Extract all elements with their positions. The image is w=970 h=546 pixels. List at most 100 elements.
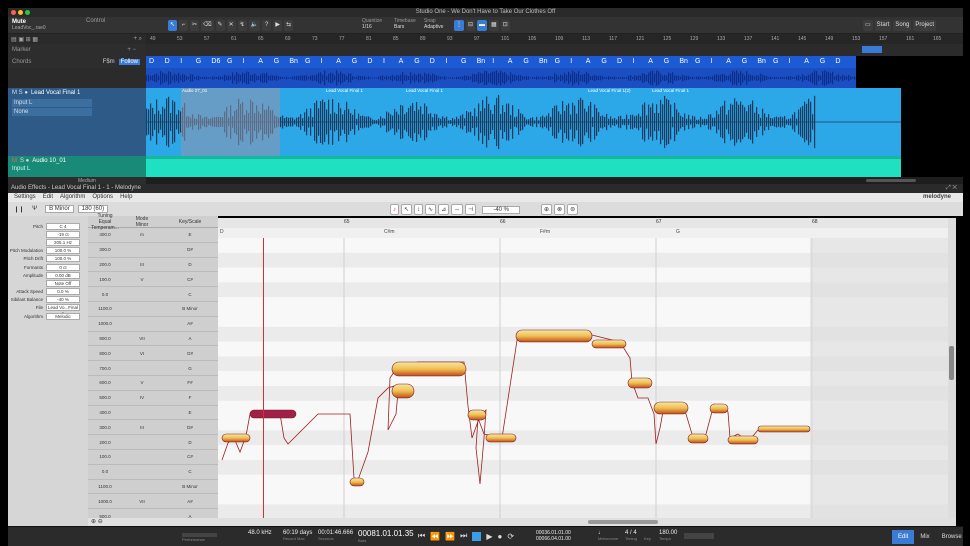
chord-symbol[interactable]: Bn bbox=[757, 56, 766, 68]
chord-symbol[interactable]: D bbox=[165, 56, 170, 68]
snap-value[interactable]: Adaptive bbox=[424, 24, 443, 30]
chord-symbol[interactable]: D bbox=[149, 56, 154, 68]
snap-grid-button[interactable]: ⋮ bbox=[454, 20, 464, 31]
chord-symbol[interactable]: G bbox=[664, 56, 669, 68]
tuning-value[interactable]: 1000.0 bbox=[88, 321, 122, 326]
arrow-tool-button[interactable]: ↖ bbox=[168, 20, 178, 31]
chord-symbol[interactable]: I bbox=[180, 56, 182, 68]
chord-symbol[interactable]: G bbox=[227, 56, 232, 68]
bars-display[interactable]: 00081.01.01.35 Bars bbox=[358, 529, 414, 543]
inspector-value[interactable]: 0.00 dB bbox=[46, 271, 80, 279]
note-blob[interactable] bbox=[757, 425, 811, 433]
eraser-tool-button[interactable]: ⌫ bbox=[201, 20, 214, 31]
note-separation-tool-icon[interactable]: ⊣ bbox=[465, 204, 477, 215]
inspector-value[interactable]: 100.0 % bbox=[46, 255, 80, 263]
bend-tool-button[interactable]: ↯ bbox=[237, 20, 247, 31]
vocal-input-select[interactable]: Input L bbox=[12, 99, 92, 107]
mode-degree[interactable]: VII bbox=[122, 499, 162, 504]
menu-settings[interactable]: Settings bbox=[14, 193, 36, 202]
note-blob[interactable] bbox=[349, 477, 365, 487]
fast-forward-icon[interactable]: ⏩ bbox=[445, 532, 455, 541]
chord-symbol[interactable]: A bbox=[726, 56, 731, 68]
note-blob[interactable] bbox=[391, 383, 415, 399]
chord-symbol[interactable]: A bbox=[586, 56, 591, 68]
mode-degree[interactable]: VI bbox=[122, 351, 162, 356]
inspector-value[interactable]: Melodic bbox=[46, 312, 80, 320]
tuning-value[interactable]: 800.0 bbox=[88, 351, 122, 356]
paint-tool-button[interactable]: ✎ bbox=[215, 20, 225, 31]
chord-lane[interactable]: D D I G D6 G I A G Bn G I A G D I A G D I G Bn I A G Bn G I A G D I A G Bn… bbox=[146, 56, 856, 68]
note-blob[interactable] bbox=[391, 361, 467, 377]
snap-cursor-button[interactable]: ▬ bbox=[477, 20, 488, 31]
level-icon[interactable]: ⊜ bbox=[567, 204, 579, 215]
tuning-value[interactable]: 400.0 bbox=[88, 410, 122, 415]
formant-tool-icon[interactable]: ∿ bbox=[425, 204, 437, 215]
tuning-value[interactable]: 100.0 bbox=[88, 454, 122, 459]
tuning-value[interactable]: 600.0 bbox=[88, 380, 122, 385]
note-blob[interactable] bbox=[627, 377, 653, 389]
edit-tab[interactable]: Edit bbox=[892, 530, 915, 544]
arrange-ruler[interactable]: 49 53 57 61 65 69 73 77 81 85 89 93 97 101 105 109 113 11… bbox=[146, 34, 963, 44]
audio-solo-icon[interactable]: S ● bbox=[20, 158, 29, 164]
inspector-value[interactable]: 205.1 Hz bbox=[46, 238, 80, 246]
inspector-value[interactable]: 0.0 % bbox=[46, 288, 80, 296]
note-editor-grid[interactable] bbox=[218, 238, 948, 518]
amplitude-tool-icon[interactable]: ⊿ bbox=[438, 204, 450, 215]
note-blob[interactable] bbox=[467, 409, 487, 421]
tuning-value[interactable]: 1100.0 bbox=[88, 306, 122, 311]
mode-degree[interactable]: V bbox=[122, 277, 162, 282]
mode-degree[interactable]: III bbox=[122, 425, 162, 430]
vocal-output-select[interactable]: None bbox=[12, 108, 92, 116]
chord-symbol[interactable]: G bbox=[461, 56, 466, 68]
record-icon[interactable]: ● bbox=[498, 532, 503, 541]
tuning-value[interactable]: 500.0 bbox=[88, 395, 122, 400]
chord-symbol[interactable]: Bn bbox=[539, 56, 548, 68]
key-display[interactable]: Key bbox=[644, 530, 651, 541]
timing-tool-icon[interactable]: ⇔ bbox=[451, 204, 464, 215]
tuning-value[interactable]: 0.0 bbox=[88, 469, 122, 474]
snap-events-button[interactable]: ⊟ bbox=[466, 20, 476, 31]
timing-display[interactable]: 4 / 4 Timing bbox=[625, 530, 637, 541]
chord-symbol[interactable]: Bn bbox=[679, 56, 688, 68]
note-blob[interactable] bbox=[687, 433, 709, 444]
chord-symbol[interactable]: D bbox=[617, 56, 622, 68]
chord-symbol[interactable]: D bbox=[430, 56, 435, 68]
return-to-zero-icon[interactable]: ⏮ bbox=[418, 531, 425, 541]
note-blobs-canvas[interactable] bbox=[218, 238, 948, 518]
metronome-display[interactable]: ♩ Metronome bbox=[598, 530, 618, 541]
melodyne-bar-ruler[interactable]: 65 66 67 68 bbox=[218, 218, 948, 228]
clip-label[interactable]: Audio 27_01 bbox=[182, 88, 207, 93]
quantize-value[interactable]: 1/16 bbox=[362, 24, 382, 30]
song-page-button[interactable]: Song bbox=[893, 20, 912, 31]
range-tool-button[interactable]: ⌐ bbox=[179, 20, 189, 31]
inspector-value[interactable]: -40 % bbox=[46, 296, 80, 304]
clip-label[interactable]: Lead Vocal Final 1 bbox=[326, 88, 363, 93]
start-page-button[interactable]: Start bbox=[874, 20, 892, 31]
tuning-value[interactable]: 1000.0 bbox=[88, 499, 122, 504]
chord-symbol[interactable]: D6 bbox=[211, 56, 220, 68]
audio-track-lane[interactable] bbox=[146, 156, 901, 177]
chord-symbol[interactable]: Bn bbox=[477, 56, 486, 68]
inspector-value[interactable]: -19 ct bbox=[46, 230, 80, 238]
follow-chords-button[interactable]: Follow bbox=[118, 59, 140, 65]
tuning-value[interactable]: 0.0 bbox=[88, 292, 122, 297]
tuning-value[interactable]: 300.0 bbox=[88, 425, 122, 430]
timebase-group[interactable]: Timebase Bars bbox=[394, 18, 416, 30]
key-select[interactable]: B Minor bbox=[45, 205, 74, 213]
correct-pitch-icon[interactable]: ⊕ bbox=[541, 204, 553, 215]
tuning-value[interactable]: 200.0 bbox=[88, 262, 122, 267]
mode-sub[interactable]: Minor bbox=[122, 222, 162, 228]
inspector-value[interactable]: 0 ct bbox=[46, 263, 80, 271]
note-blob[interactable] bbox=[591, 339, 627, 349]
clip-label[interactable]: Lead Vocal Final 1 bbox=[406, 88, 443, 93]
vscroll-thumb[interactable] bbox=[949, 346, 954, 380]
display-icon[interactable]: ▭ bbox=[863, 20, 873, 31]
chord-symbol[interactable]: G bbox=[305, 56, 310, 68]
menu-options[interactable]: Options bbox=[92, 193, 113, 202]
chord-symbol[interactable]: G bbox=[523, 56, 528, 68]
tempo-display[interactable]: 180.00 Tempo bbox=[659, 530, 677, 541]
chord-symbol[interactable]: A bbox=[336, 56, 341, 68]
chord-symbol[interactable]: I bbox=[711, 56, 713, 68]
clip-label[interactable]: Lead Vocal Final 1(2) bbox=[588, 88, 631, 93]
clip-label[interactable]: Lead Vocal Final 1 bbox=[652, 88, 689, 93]
